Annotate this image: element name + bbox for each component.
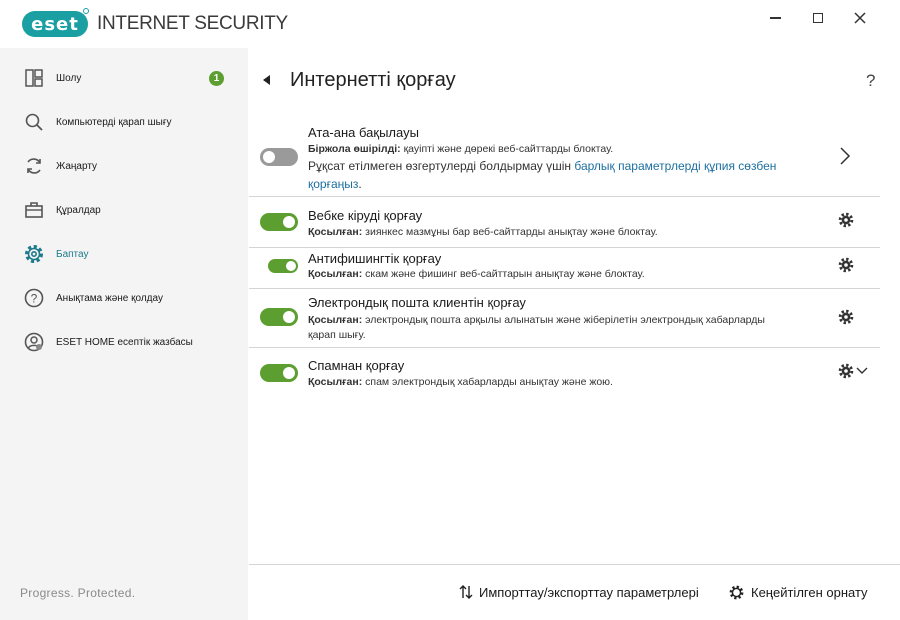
minimize-icon (769, 17, 781, 19)
import-export-button[interactable]: Импорттау/экспорттау параметрлері (459, 584, 699, 600)
logo-text: eset (31, 13, 79, 35)
toggle-knob (283, 216, 295, 228)
setting-desc: Біржола өшірілді: қауіпті және дөрекі ве… (308, 142, 778, 157)
gear-icon (23, 243, 45, 265)
sidebar-item-label: Баптау (56, 248, 89, 260)
setting-title: Ата-ана бақылауы (308, 125, 419, 140)
toggle-knob (263, 151, 275, 163)
advanced-setup-label: Кеңейтілген орнату (751, 585, 868, 600)
email-client-toggle[interactable] (260, 308, 298, 326)
setting-desc-text: электрондық пошта арқылы алынатын және ж… (308, 314, 765, 341)
account-icon (23, 331, 45, 353)
parental-control-toggle[interactable] (260, 148, 298, 166)
sidebar-item-label: Жаңарту (56, 160, 98, 172)
chevron-down-icon[interactable] (856, 367, 868, 375)
setting-status: Қосылған: (308, 226, 363, 238)
help-icon: ? (23, 287, 45, 309)
refresh-icon (23, 155, 45, 177)
help-button[interactable]: ? (866, 71, 875, 91)
password-hint: Рұқсат етілмеген өзгертулерді болдырмау … (308, 157, 808, 193)
eset-logo: eset (22, 11, 88, 37)
dashboard-icon (23, 67, 45, 89)
toggle-knob (283, 311, 295, 323)
antispam-toggle[interactable] (260, 364, 298, 382)
setting-row-anti-phishing: Антифишингтік қорғау Қосылған: скам және… (249, 248, 880, 289)
sidebar-item-label: Құралдар (56, 204, 101, 216)
setting-row-antispam: Спамнан қорғау Қосылған: спам электронды… (249, 348, 880, 398)
sidebar-item-setup[interactable]: Баптау (0, 234, 248, 274)
sidebar-item-update[interactable]: Жаңарту (0, 146, 248, 186)
setting-title: Вебке кіруді қорғау (308, 208, 423, 223)
setting-desc: Қосылған: спам электрондық хабарларды ан… (308, 375, 778, 390)
setting-title: Антифишингтік қорғау (308, 251, 442, 266)
sidebar-item-tools[interactable]: Құралдар (0, 190, 248, 230)
sidebar-item-label: Шолу (56, 72, 82, 84)
search-icon (23, 111, 45, 133)
close-icon (854, 12, 866, 24)
setting-title: Спамнан қорғау (308, 358, 405, 373)
setting-row-parental-control: Ата-ана бақылауы Біржола өшірілді: қауіп… (249, 118, 880, 197)
setting-desc-text: зиянкес мазмұны бар веб-сайттарды анықта… (362, 226, 658, 238)
footer-divider (249, 564, 900, 565)
tagline: Progress. Protected. (20, 586, 136, 600)
gear-icon (729, 585, 744, 600)
svg-text:?: ? (31, 292, 38, 306)
sidebar-item-computer-scan[interactable]: Компьютерді қарап шығу (0, 102, 248, 142)
sidebar-item-label: Компьютерді қарап шығу (56, 116, 172, 128)
import-export-icon (459, 585, 473, 599)
toggle-knob (283, 367, 295, 379)
sidebar-item-overview[interactable]: Шолу 1 (0, 58, 248, 98)
sidebar-item-label: ESET HOME есептік жазбасы (56, 336, 193, 348)
import-export-label: Импорттау/экспорттау параметрлері (479, 584, 699, 600)
registered-mark (83, 8, 89, 14)
password-hint-end: . (358, 177, 362, 191)
gear-icon[interactable] (837, 308, 855, 326)
setting-desc-text: скам және фишинг веб-сайттарын анықтау ж… (362, 268, 645, 280)
back-arrow-icon[interactable] (263, 75, 270, 85)
setting-desc-text: спам электрондық хабарларды анықтау және… (362, 376, 613, 388)
gear-icon[interactable] (837, 211, 855, 229)
anti-phishing-toggle[interactable] (268, 259, 298, 273)
setting-title: Электрондық пошта клиентін қорғау (308, 295, 526, 310)
maximize-icon (813, 13, 823, 23)
setting-status: Қосылған: (308, 376, 363, 388)
maximize-button[interactable] (803, 8, 833, 28)
gear-icon[interactable] (837, 362, 855, 380)
setting-status: Біржола өшірілді: (308, 143, 401, 155)
password-hint-text: Рұқсат етілмеген өзгертулерді болдырмау … (308, 159, 575, 173)
setting-status: Қосылған: (308, 268, 363, 280)
sidebar-item-help[interactable]: ? Анықтама және қолдау (0, 278, 248, 318)
setting-desc-text: қауіпті және дөрекі веб-сайттарды блокта… (400, 143, 614, 155)
sidebar-item-eset-home[interactable]: ESET HOME есептік жазбасы (0, 322, 248, 362)
web-access-toggle[interactable] (260, 213, 298, 231)
close-button[interactable] (845, 8, 875, 28)
setting-desc: Қосылған: скам және фишинг веб-сайттарын… (308, 267, 778, 282)
setting-desc: Қосылған: зиянкес мазмұны бар веб-сайтта… (308, 225, 778, 240)
sidebar-item-label: Анықтама және қолдау (56, 292, 163, 304)
gear-icon[interactable] (837, 256, 855, 274)
setting-desc: Қосылған: электрондық пошта арқылы алына… (308, 313, 778, 343)
page-title: Интернетті қорғау (290, 69, 456, 91)
toggle-knob (286, 261, 296, 271)
product-name: INTERNET SECURITY (97, 13, 288, 34)
setting-status: Қосылған: (308, 314, 363, 326)
notification-badge: 1 (209, 70, 224, 86)
chevron-right-icon[interactable] (839, 146, 851, 166)
toolbox-icon (23, 199, 45, 221)
minimize-button[interactable] (760, 8, 790, 28)
setting-row-web-access: Вебке кіруді қорғау Қосылған: зиянкес ма… (249, 197, 880, 248)
title-bar: eset INTERNET SECURITY (0, 0, 900, 48)
advanced-setup-button[interactable]: Кеңейтілген орнату (728, 584, 868, 601)
setting-row-email-client: Электрондық пошта клиентін қорғау Қосылғ… (249, 289, 880, 348)
